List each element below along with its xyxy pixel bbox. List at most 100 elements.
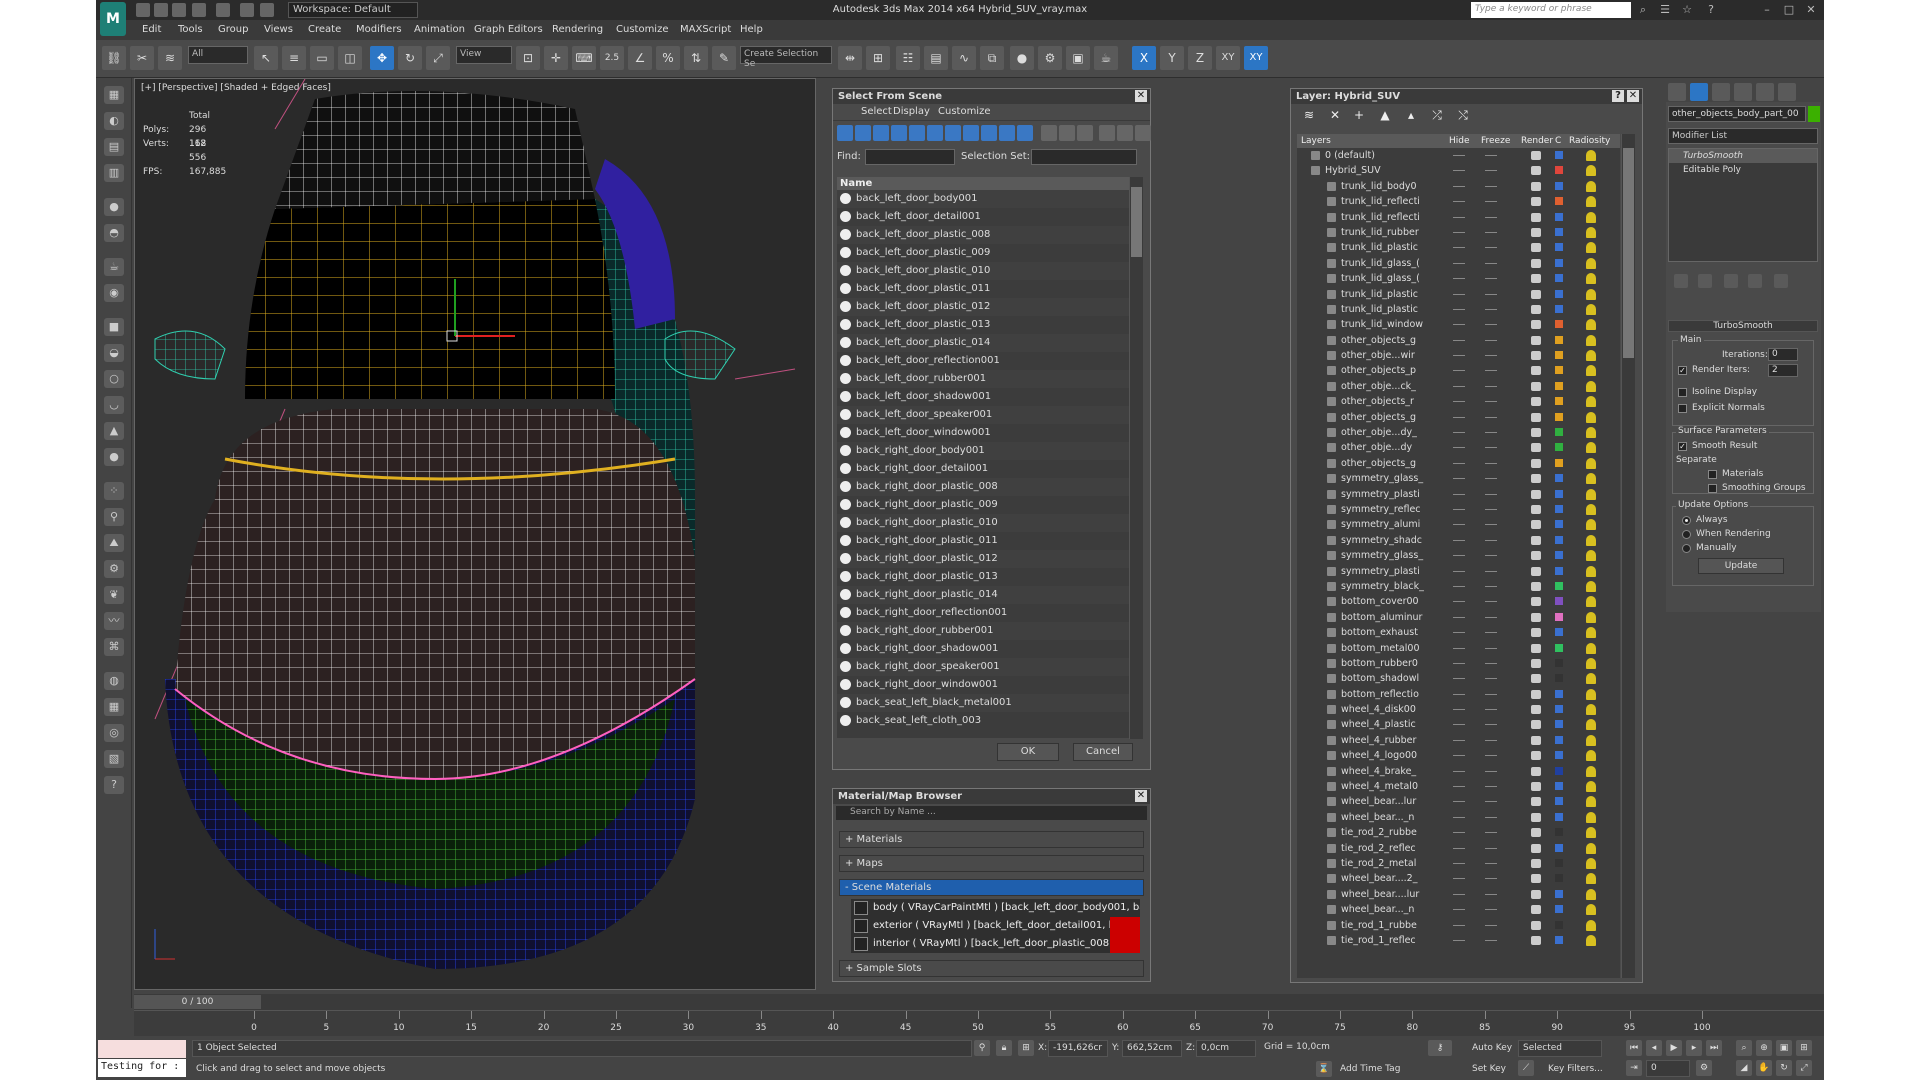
window-crossing-icon[interactable]: ◫ — [338, 46, 362, 70]
freeze-toggle[interactable] — [1485, 170, 1497, 172]
render-production-icon[interactable]: ☕ — [1094, 46, 1118, 70]
question-icon[interactable]: ? — [104, 776, 124, 794]
hide-toggle[interactable] — [1453, 878, 1465, 880]
render-toggle-icon[interactable] — [1531, 935, 1541, 945]
render-toggle-icon[interactable] — [1531, 658, 1541, 668]
render-toggle-icon[interactable] — [1531, 597, 1541, 607]
layer-row[interactable]: other_objects_r — [1297, 394, 1620, 409]
hide-toggle[interactable] — [1453, 678, 1465, 680]
hide-toggle[interactable] — [1453, 247, 1465, 249]
freeze-toggle[interactable] — [1485, 278, 1497, 280]
time-tag-icon[interactable]: ⌛ — [1316, 1061, 1332, 1077]
object-list-item[interactable]: back_left_door_shadow001 — [837, 388, 1129, 406]
object-list-item[interactable]: back_right_door_plastic_009 — [837, 496, 1129, 514]
hair-icon[interactable]: 〰 — [104, 612, 124, 630]
group-scene-materials[interactable]: - Scene Materials — [839, 879, 1144, 896]
layer-color-swatch[interactable] — [1555, 320, 1563, 329]
render-toggle-icon[interactable] — [1531, 674, 1541, 684]
hide-toggle[interactable] — [1453, 893, 1465, 895]
selection-set-dropdown[interactable] — [1031, 149, 1137, 165]
layer-row[interactable]: symmetry_plasti — [1297, 487, 1620, 502]
layer-list-scrollbar[interactable] — [1621, 134, 1635, 978]
layer-color-swatch[interactable] — [1555, 504, 1563, 513]
layer-color-swatch[interactable] — [1555, 643, 1563, 652]
radiosity-icon[interactable] — [1586, 242, 1596, 254]
hide-toggle[interactable] — [1453, 293, 1465, 295]
minimize-icon[interactable]: – — [1760, 3, 1774, 17]
explicit-normals-checkbox[interactable] — [1678, 404, 1687, 413]
schematic-view-icon[interactable]: ⧉ — [980, 46, 1004, 70]
menu-customize[interactable]: Customize — [616, 24, 669, 35]
object-list-item[interactable]: back_left_door_speaker001 — [837, 406, 1129, 424]
col-render[interactable]: Render — [1521, 136, 1553, 146]
layer-color-swatch[interactable] — [1555, 335, 1563, 344]
object-list-item[interactable]: back_left_door_plastic_008 — [837, 226, 1129, 244]
layer-row[interactable]: tie_rod_1_reflec — [1297, 933, 1620, 948]
freeze-toggle[interactable] — [1485, 539, 1497, 541]
radiosity-icon[interactable] — [1586, 596, 1596, 608]
display-tab-icon[interactable] — [1756, 83, 1774, 101]
y-coordinate-field[interactable]: 662,52cm — [1122, 1040, 1182, 1057]
hide-toggle[interactable] — [1453, 570, 1465, 572]
x-coordinate-field[interactable]: -191,626cr — [1048, 1040, 1108, 1057]
close-dialog-icon[interactable]: ✕ — [1135, 90, 1147, 102]
render-toggle-icon[interactable] — [1531, 858, 1541, 868]
show-end-result-icon[interactable] — [1698, 274, 1712, 288]
layer-row[interactable]: bottom_metal00 — [1297, 641, 1620, 656]
isolate-selection-icon[interactable]: ⚲ — [974, 1040, 990, 1056]
pan-view-icon[interactable]: ✋ — [1756, 1060, 1772, 1076]
object-list-item[interactable]: back_right_door_plastic_012 — [837, 550, 1129, 568]
layer-row[interactable]: bottom_rubber0 — [1297, 656, 1620, 671]
bone-icon[interactable]: ⚲ — [104, 508, 124, 526]
perspective-viewport[interactable]: [+] [Perspective] [Shaded + Edged Faces]… — [134, 78, 816, 990]
freeze-toggle[interactable] — [1485, 755, 1497, 757]
hide-toggle[interactable] — [1453, 339, 1465, 341]
mirror-icon[interactable]: ⇹ — [838, 46, 862, 70]
layer-row[interactable]: other_objects_g — [1297, 333, 1620, 348]
auto-key-button[interactable]: Auto Key — [1472, 1043, 1512, 1053]
layer-row[interactable]: trunk_lid_reflecti — [1297, 210, 1620, 225]
select-all-icon[interactable] — [1041, 125, 1057, 141]
freeze-toggle[interactable] — [1485, 786, 1497, 788]
filter-geometry-icon[interactable] — [837, 125, 853, 141]
radiosity-icon[interactable] — [1586, 350, 1596, 362]
layer-color-swatch[interactable] — [1555, 658, 1563, 667]
layer-color-swatch[interactable] — [1555, 628, 1563, 637]
add-to-layer-icon[interactable]: + — [1351, 107, 1367, 123]
render-toggle-icon[interactable] — [1531, 581, 1541, 591]
radiosity-icon[interactable] — [1586, 550, 1596, 562]
freeze-toggle[interactable] — [1485, 909, 1497, 911]
object-list-item[interactable]: back_right_door_reflection001 — [837, 604, 1129, 622]
utilities-tab-icon[interactable] — [1778, 83, 1796, 101]
populate-icon[interactable]: ▥ — [104, 164, 124, 182]
render-toggle-icon[interactable] — [1531, 458, 1541, 468]
hide-toggle[interactable] — [1453, 786, 1465, 788]
radiosity-icon[interactable] — [1586, 765, 1596, 777]
layer-row[interactable]: bottom_exhaust — [1297, 625, 1620, 640]
hide-toggle[interactable] — [1453, 385, 1465, 387]
filter-funnel-icon[interactable] — [1099, 125, 1115, 141]
create-layer-icon[interactable]: ≋ — [1301, 107, 1317, 123]
layer-row[interactable]: symmetry_glass_ — [1297, 471, 1620, 486]
cloth-icon[interactable]: ⌘ — [104, 638, 124, 656]
hide-toggle[interactable] — [1453, 355, 1465, 357]
name-column-header[interactable]: Name — [837, 177, 1129, 190]
layer-row[interactable]: other_obje...dy_ — [1297, 425, 1620, 440]
manually-radio[interactable] — [1682, 544, 1691, 553]
freeze-toggle[interactable] — [1485, 401, 1497, 403]
hierarchy-tab-icon[interactable] — [1712, 83, 1730, 101]
select-object-icon[interactable]: ↖ — [254, 46, 278, 70]
delete-layer-icon[interactable]: ✕ — [1327, 107, 1343, 123]
isolate-icon[interactable]: ◐ — [104, 112, 124, 130]
radiosity-icon[interactable] — [1586, 427, 1596, 439]
layer-color-swatch[interactable] — [1555, 181, 1563, 190]
freeze-toggle[interactable] — [1485, 570, 1497, 572]
object-list-item[interactable]: back_left_door_plastic_014 — [837, 334, 1129, 352]
hide-toggle[interactable] — [1453, 262, 1465, 264]
layer-row[interactable]: bottom_shadowl — [1297, 671, 1620, 686]
gear-icon[interactable]: ⚙ — [104, 560, 124, 578]
object-list-item[interactable]: back_left_door_detail001 — [837, 208, 1129, 226]
freeze-toggle[interactable] — [1485, 447, 1497, 449]
material-search-input[interactable]: Search by Name ... — [836, 806, 1147, 820]
layer-color-swatch[interactable] — [1555, 412, 1563, 421]
